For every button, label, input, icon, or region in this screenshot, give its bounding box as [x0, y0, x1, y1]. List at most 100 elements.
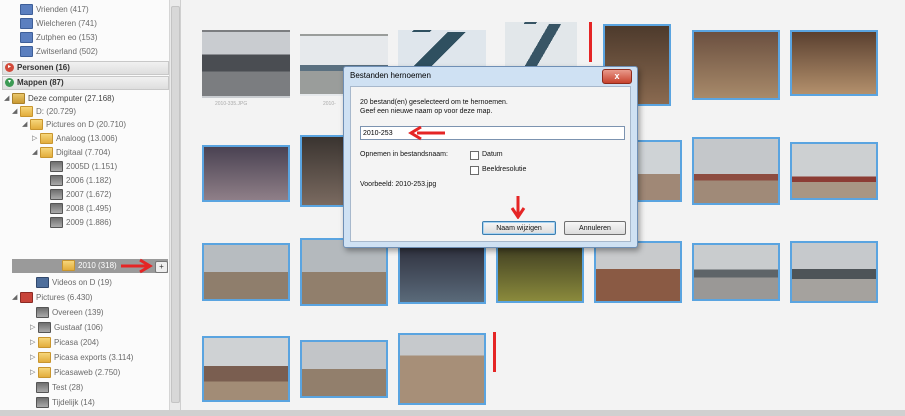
photo-thumbnail[interactable]	[496, 241, 584, 303]
tree-drive-d[interactable]: ◢ D: (20.729)	[12, 105, 76, 118]
tree-year-2006[interactable]: 2006 (1.182)	[50, 174, 111, 187]
tree-pictures-on-d[interactable]: ◢ Pictures on D (20.710)	[22, 118, 126, 131]
collapse-triangle-icon: ▷	[30, 324, 36, 332]
folder-label: 2005D (1.151)	[66, 162, 118, 171]
photo-thumbnail[interactable]	[202, 145, 290, 202]
preview-text: Voorbeeld: 2010-253.jpg	[360, 181, 437, 188]
album-item[interactable]: Zutphen eo (153)	[20, 31, 97, 44]
photo-thumbnail[interactable]	[692, 243, 780, 301]
collapse-triangle-icon: ▷	[30, 354, 36, 362]
collapse-triangle-icon: ▷	[30, 369, 36, 377]
tree-sub[interactable]: Test (28)	[36, 381, 83, 394]
tree-year-2009[interactable]: 2009 (1.886)	[50, 216, 111, 229]
photo-thumbnail[interactable]	[594, 241, 682, 303]
rename-dialog: Bestanden hernoemen x 20 bestand(en) ges…	[343, 66, 638, 248]
folder-label: Overeen (139)	[52, 308, 104, 317]
tree-sub[interactable]: ▷ Picasa exports (3.114)	[30, 351, 133, 364]
photo-folder-icon	[50, 189, 63, 201]
person-icon	[20, 32, 33, 44]
folder-label: Picasa exports (3.114)	[54, 353, 134, 362]
expand-triangle-icon: ◢	[12, 294, 18, 302]
date-label: Datum	[482, 151, 503, 158]
photo-thumbnail[interactable]	[790, 30, 878, 96]
photo-thumbnail[interactable]	[202, 30, 290, 98]
folder-label: 2009 (1.886)	[66, 218, 112, 227]
album-item[interactable]: Vrienden (417)	[20, 3, 89, 16]
photo-folder-icon	[36, 307, 49, 319]
photo-folder-icon	[50, 161, 63, 173]
tree-sub[interactable]: Overeen (139)	[36, 306, 104, 319]
resolution-label: Beeldresolutie	[482, 166, 527, 173]
tree-year-2005[interactable]: 2005D (1.151)	[50, 160, 117, 173]
photo-folder-icon	[36, 382, 49, 394]
tree-digitaal[interactable]: ◢ Digitaal (7.704)	[32, 146, 110, 159]
collapse-triangle-icon: ▷	[32, 135, 38, 143]
annotation-arrow-icon	[121, 258, 153, 274]
new-name-input[interactable]: 2010-253	[360, 126, 625, 140]
tree-pictures[interactable]: ◢ Pictures (6.430)	[12, 291, 92, 304]
tree-sub[interactable]: ▷ Picasaweb (2.750)	[30, 366, 120, 379]
folder-label: Gustaaf (106)	[54, 323, 103, 332]
dialog-prompt-text: Geef een nieuwe naam op voor deze map.	[360, 108, 493, 115]
add-folder-button[interactable]: +	[155, 261, 168, 273]
person-icon	[20, 4, 33, 16]
album-item[interactable]: Zwitserland (502)	[20, 45, 98, 58]
tree-videos[interactable]: Videos on D (19)	[36, 276, 112, 289]
photo-thumbnail[interactable]	[398, 240, 486, 304]
mappen-header[interactable]: ▾ Mappen (87)	[2, 76, 169, 90]
resolution-checkbox[interactable]	[470, 166, 479, 175]
annotation-arrow-icon	[408, 126, 445, 141]
annotation-line	[493, 332, 496, 372]
photo-thumbnail[interactable]	[505, 22, 577, 70]
photo-thumbnail[interactable]	[398, 30, 486, 70]
video-folder-icon	[36, 277, 49, 289]
expand-icon: ▾	[5, 78, 14, 88]
close-button[interactable]: x	[602, 69, 632, 84]
photo-thumbnail[interactable]	[790, 142, 878, 200]
expand-triangle-icon: ◢	[12, 108, 18, 116]
photo-thumbnail[interactable]	[790, 241, 878, 303]
photo-thumbnail[interactable]	[202, 336, 290, 402]
photo-thumbnail[interactable]	[300, 238, 388, 306]
scrollbar-thumb[interactable]	[171, 6, 180, 403]
photo-folder-icon	[50, 175, 63, 187]
album-item[interactable]: Wielcheren (741)	[20, 17, 97, 30]
photo-thumbnail[interactable]	[202, 243, 290, 301]
folder-label: Analoog (13.006)	[56, 134, 118, 143]
photo-thumbnail[interactable]	[692, 137, 780, 205]
photo-caption: 2010-335.JPG	[215, 101, 248, 107]
sidebar-scrollbar[interactable]	[169, 0, 180, 416]
tree-year-2008[interactable]: 2008 (1.495)	[50, 202, 111, 215]
tree-computer[interactable]: ◢ Deze computer (27.168)	[4, 92, 114, 105]
tree-sub[interactable]: Tijdelijk (14)	[36, 396, 95, 409]
expand-triangle-icon: ◢	[22, 121, 28, 129]
tree-sub[interactable]: ▷ Gustaaf (106)	[30, 321, 103, 334]
computer-icon	[12, 93, 25, 105]
cancel-button[interactable]: Annuleren	[564, 221, 626, 235]
rename-button[interactable]: Naam wijzigen	[482, 221, 556, 235]
folder-icon	[20, 106, 33, 118]
tree-sub[interactable]: ▷ Picasa (204)	[30, 336, 99, 349]
dialog-body: 20 bestand(en) geselecteerd om te hernoe…	[350, 86, 631, 242]
dialog-info-text: 20 bestand(en) geselecteerd om te hernoe…	[360, 99, 508, 106]
folder-icon	[40, 147, 53, 159]
date-checkbox[interactable]	[470, 151, 479, 160]
album-label: Wielcheren (741)	[36, 19, 97, 28]
photo-thumbnail[interactable]	[300, 135, 348, 207]
photo-folder-icon	[50, 203, 63, 215]
folder-sidebar: Vrienden (417) Wielcheren (741) Zutphen …	[0, 0, 181, 416]
photo-thumbnail[interactable]	[300, 340, 388, 398]
folder-icon	[38, 367, 51, 379]
folder-label: Pictures on D (20.710)	[46, 120, 127, 129]
photo-thumbnail[interactable]	[692, 30, 780, 100]
folder-icon	[38, 337, 51, 349]
album-label: Zwitserland (502)	[36, 47, 98, 56]
photo-thumbnail[interactable]	[398, 333, 486, 405]
personen-header[interactable]: ▸ Personen (16)	[2, 61, 169, 75]
photo-folder-icon	[38, 322, 51, 334]
photo-thumbnail[interactable]	[636, 140, 682, 202]
tree-analoog[interactable]: ▷ Analoog (13.006)	[32, 132, 117, 145]
tree-year-2007[interactable]: 2007 (1.672)	[50, 188, 111, 201]
folder-label: Digitaal (7.704)	[56, 148, 111, 157]
pictures-folder-icon	[20, 292, 33, 304]
